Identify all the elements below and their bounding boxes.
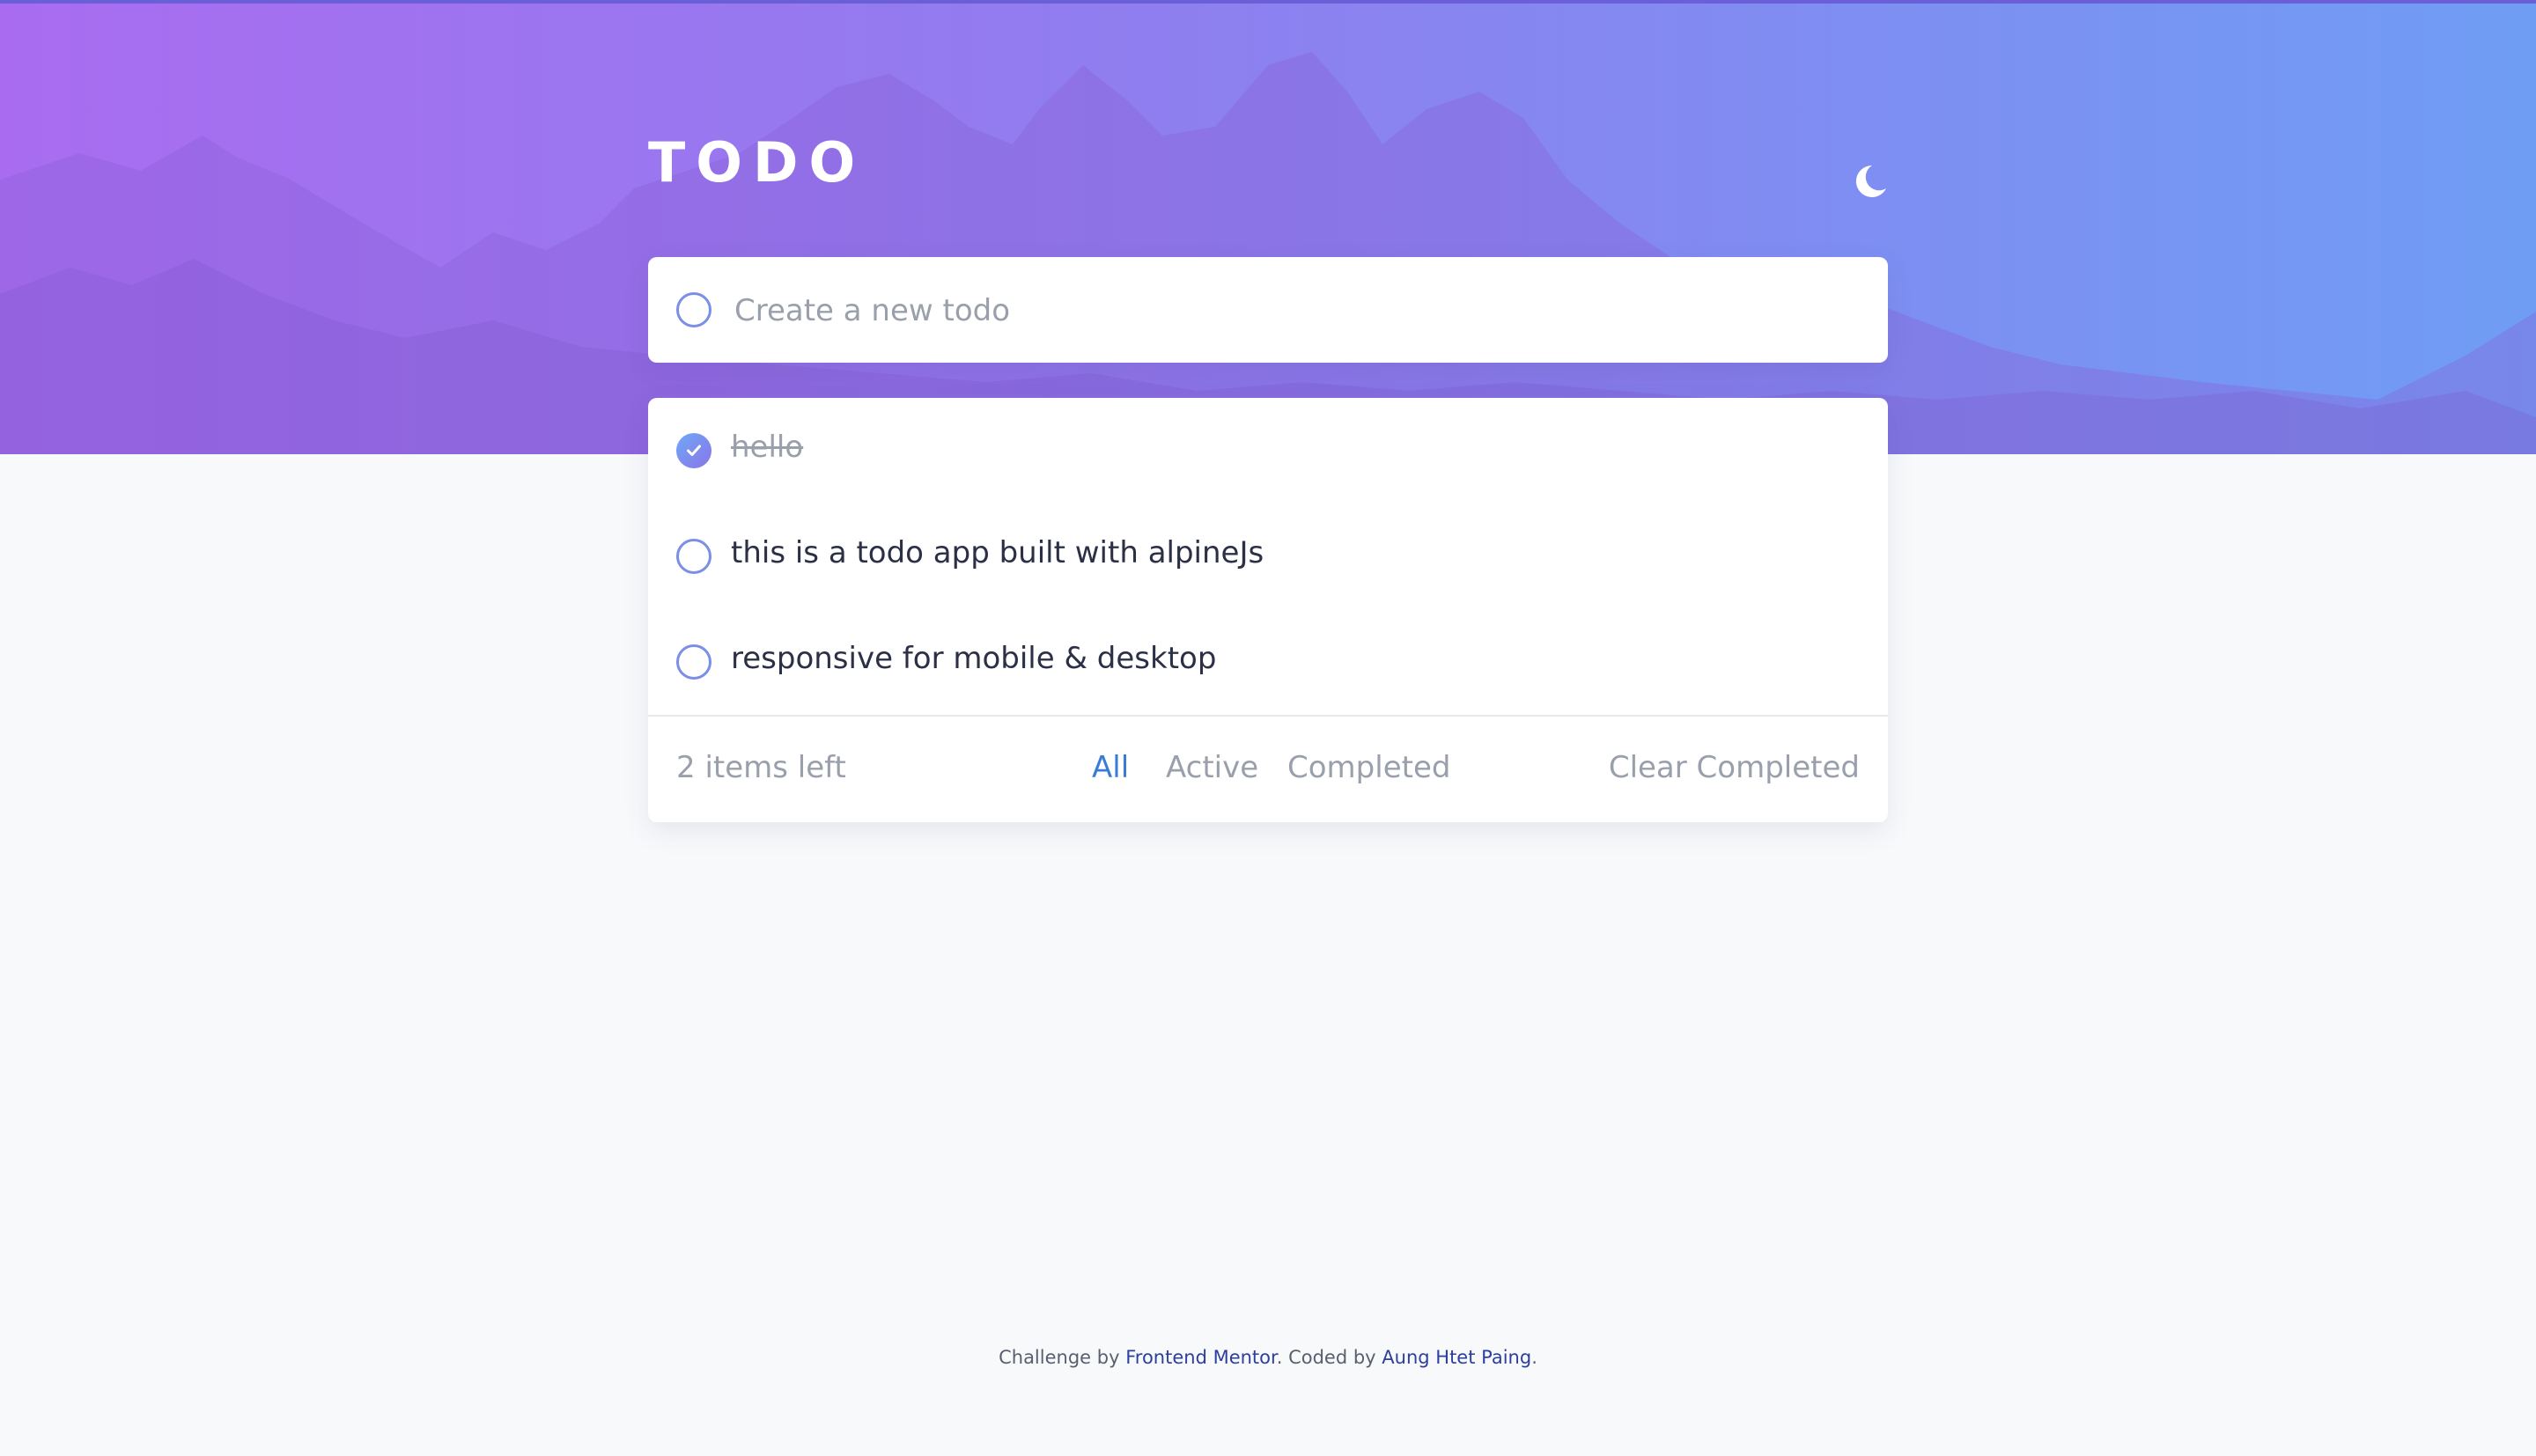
- todo-footer: 2 items left All Active Completed Clear …: [648, 715, 1888, 822]
- page: TODO hello this is a todo app built with…: [0, 0, 2536, 1456]
- todo-item[interactable]: this is a todo app built with alpineJs: [648, 504, 1888, 609]
- todo-item[interactable]: hello: [648, 398, 1888, 504]
- attribution-prefix: Challenge by: [999, 1347, 1120, 1368]
- app-title: TODO: [648, 130, 866, 195]
- attribution-middle: . Coded by: [1276, 1347, 1376, 1368]
- todo-checkbox-checked[interactable]: [676, 433, 711, 468]
- frontend-mentor-link[interactable]: Frontend Mentor: [1125, 1347, 1277, 1368]
- todo-checkbox[interactable]: [676, 539, 711, 574]
- filter-active-button[interactable]: Active: [1166, 750, 1258, 785]
- mountain-background: [0, 52, 2536, 454]
- filter-completed-button[interactable]: Completed: [1287, 750, 1450, 785]
- todo-text: hello: [731, 430, 804, 465]
- todo-list-card: hello this is a todo app built with alpi…: [648, 398, 1888, 822]
- filter-all-button[interactable]: All: [1092, 750, 1129, 785]
- items-left-count: 2 items left: [676, 750, 846, 785]
- todo-checkbox[interactable]: [676, 644, 711, 680]
- new-todo-checkbox[interactable]: [676, 292, 711, 327]
- todo-text: responsive for mobile & desktop: [731, 641, 1217, 676]
- theme-toggle-button[interactable]: [1846, 158, 1891, 204]
- new-todo-input[interactable]: [733, 283, 1854, 338]
- attribution-suffix: .: [1531, 1347, 1537, 1368]
- header-banner: TODO: [0, 0, 2536, 454]
- moon-icon: [1855, 165, 1886, 197]
- todo-text: this is a todo app built with alpineJs: [731, 535, 1264, 570]
- attribution: Challenge by Frontend Mentor. Coded by A…: [0, 1347, 2536, 1368]
- clear-completed-button[interactable]: Clear Completed: [1609, 750, 1860, 785]
- todo-item[interactable]: responsive for mobile & desktop: [648, 609, 1888, 715]
- new-todo-card: [648, 257, 1888, 363]
- check-icon: [687, 445, 701, 456]
- author-link[interactable]: Aung Htet Paing: [1382, 1347, 1531, 1368]
